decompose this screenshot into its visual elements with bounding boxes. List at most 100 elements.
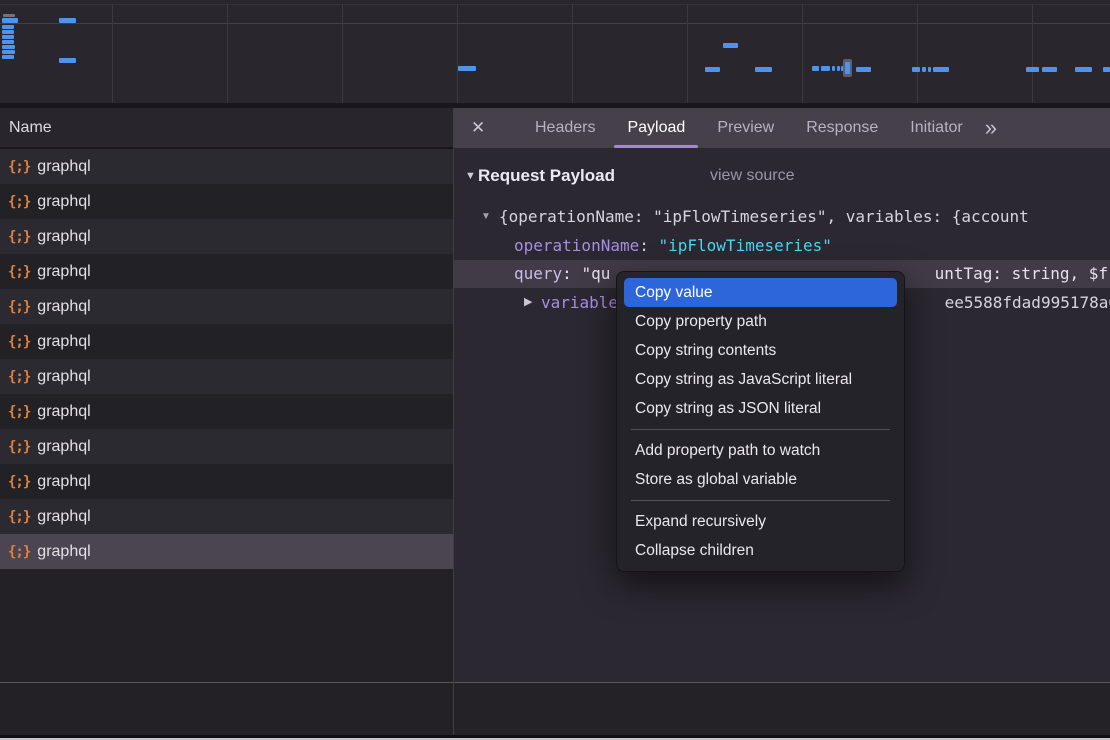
request-name: graphql	[37, 193, 90, 211]
tab-preview[interactable]: Preview	[701, 108, 790, 148]
property-value-start: "qu	[581, 264, 610, 283]
tab-payload[interactable]: Payload	[611, 108, 701, 148]
request-timing-bar	[1042, 67, 1057, 72]
json-property-operationname[interactable]: operationName: "ipFlowTimeseries"	[454, 231, 1110, 260]
request-timing-bar	[1026, 67, 1039, 72]
property-value-end: ee5588fdad995178a0	[945, 288, 1110, 317]
view-source-link[interactable]: view source	[710, 167, 794, 185]
request-timing-bar	[821, 66, 830, 71]
request-row[interactable]: {;}graphql	[0, 184, 453, 219]
menu-item-copy-string-as-json-literal[interactable]: Copy string as JSON literal	[617, 394, 904, 423]
request-timing-bar	[1075, 67, 1092, 72]
panel-divider[interactable]	[453, 108, 454, 737]
menu-item-copy-string-as-javascript-literal[interactable]: Copy string as JavaScript literal	[617, 365, 904, 394]
colon: :	[639, 236, 658, 255]
context-menu: Copy valueCopy property pathCopy string …	[616, 271, 905, 572]
request-timing-bar	[2, 55, 14, 59]
request-rows: {;}graphql{;}graphql{;}graphql{;}graphql…	[0, 149, 453, 569]
property-value-end: untTag: string, $f	[935, 260, 1108, 288]
request-row[interactable]: {;}graphql	[0, 219, 453, 254]
json-root-line[interactable]: ▼ {operationName: "ipFlowTimeseries", va…	[454, 202, 1110, 231]
menu-item-copy-value[interactable]: Copy value	[624, 278, 897, 307]
colon: :	[562, 264, 581, 283]
request-timing-bar	[59, 18, 76, 23]
property-key: operationName	[514, 236, 639, 255]
property-key: variables	[541, 288, 628, 317]
request-name: graphql	[37, 263, 90, 281]
request-timing-bar	[723, 43, 738, 48]
request-row[interactable]: {;}graphql	[0, 499, 453, 534]
menu-item-copy-property-path[interactable]: Copy property path	[617, 307, 904, 336]
request-row[interactable]: {;}graphql	[0, 394, 453, 429]
request-row[interactable]: {;}graphql	[0, 254, 453, 289]
menu-item-store-as-global-variable[interactable]: Store as global variable	[617, 465, 904, 494]
request-name: graphql	[37, 298, 90, 316]
overview-gridline-vertical	[112, 4, 113, 103]
request-timing-bar	[2, 45, 15, 49]
menu-item-copy-string-contents[interactable]: Copy string contents	[617, 336, 904, 365]
tab-initiator[interactable]: Initiator	[894, 108, 978, 148]
request-timing-bar	[856, 67, 871, 72]
json-request-icon: {;}	[0, 439, 37, 455]
property-key: query	[514, 264, 562, 283]
network-overview-timeline[interactable]	[0, 0, 1110, 103]
json-request-icon: {;}	[0, 334, 37, 350]
collapse-triangle-icon[interactable]: ▼	[481, 202, 491, 231]
json-root-preview: {operationName: "ipFlowTimeseries", vari…	[499, 202, 1029, 231]
collapse-triangle-icon[interactable]: ▼	[465, 170, 476, 182]
tab-headers[interactable]: Headers	[519, 108, 611, 148]
overview-gridline-vertical	[572, 4, 573, 103]
overview-gridline-vertical	[1032, 4, 1033, 103]
request-timing-bar	[2, 40, 14, 44]
request-name: graphql	[37, 333, 90, 351]
menu-separator	[631, 500, 890, 501]
request-name: graphql	[37, 158, 90, 176]
close-icon[interactable]: ✕	[471, 118, 493, 138]
menu-item-collapse-children[interactable]: Collapse children	[617, 536, 904, 565]
request-timing-bar	[837, 66, 840, 71]
overview-gridline-vertical	[342, 4, 343, 103]
request-row[interactable]: {;}graphql	[0, 534, 453, 569]
request-timing-bar	[922, 67, 926, 72]
tab-response[interactable]: Response	[790, 108, 894, 148]
more-tabs-icon[interactable]: »	[979, 115, 995, 141]
menu-item-add-property-path-to-watch[interactable]: Add property path to watch	[617, 436, 904, 465]
request-row[interactable]: {;}graphql	[0, 324, 453, 359]
selected-request-marker	[843, 59, 852, 77]
name-column-label: Name	[0, 119, 52, 136]
overview-gridline-horizontal	[0, 4, 1110, 5]
request-timing-bar	[458, 66, 476, 71]
request-row[interactable]: {;}graphql	[0, 359, 453, 394]
section-title: Request Payload	[478, 166, 615, 186]
request-row[interactable]: {;}graphql	[0, 289, 453, 324]
json-request-icon: {;}	[0, 264, 37, 280]
json-request-icon: {;}	[0, 509, 37, 525]
overview-gridline-vertical	[227, 4, 228, 103]
json-request-icon: {;}	[0, 159, 37, 175]
request-timing-bar	[832, 66, 835, 71]
request-timing-bar	[2, 30, 14, 34]
overview-gridline-vertical	[457, 4, 458, 103]
request-timing-bar	[705, 67, 720, 72]
json-request-icon: {;}	[0, 404, 37, 420]
request-timing-bar	[2, 18, 18, 23]
detail-tab-bar: ✕ HeadersPayloadPreviewResponseInitiator…	[454, 108, 1110, 148]
request-name: graphql	[37, 403, 90, 421]
json-request-icon: {;}	[0, 369, 37, 385]
expand-triangle-icon[interactable]: ▶	[524, 288, 532, 317]
json-request-icon: {;}	[0, 229, 37, 245]
overview-gridline-vertical	[802, 4, 803, 103]
request-row[interactable]: {;}graphql	[0, 464, 453, 499]
name-column-header[interactable]: Name	[0, 108, 453, 149]
menu-separator	[631, 429, 890, 430]
json-request-icon: {;}	[0, 299, 37, 315]
request-timing-bar	[755, 67, 772, 72]
request-row[interactable]: {;}graphql	[0, 429, 453, 464]
request-row[interactable]: {;}graphql	[0, 149, 453, 184]
request-name: graphql	[37, 473, 90, 491]
json-request-icon: {;}	[0, 474, 37, 490]
footer-divider	[0, 682, 1110, 683]
menu-item-expand-recursively[interactable]: Expand recursively	[617, 507, 904, 536]
request-timing-bar	[59, 58, 76, 63]
devtools-network-panel: Name {;}graphql{;}graphql{;}graphql{;}gr…	[0, 0, 1110, 740]
